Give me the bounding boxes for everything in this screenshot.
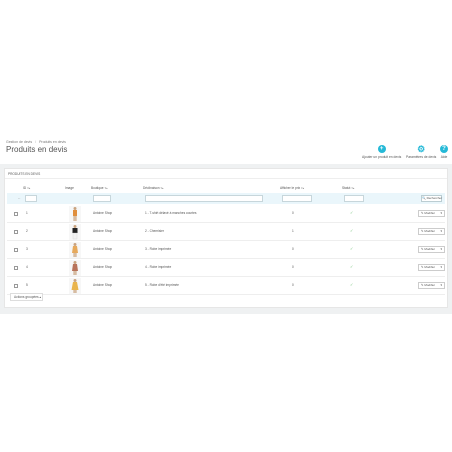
cell-shop: Antoine Shop: [93, 229, 113, 233]
product-image: [69, 242, 81, 258]
caret-down-icon[interactable]: ▾: [440, 211, 442, 216]
cell-shop: Antoine Shop: [93, 247, 113, 251]
sort-icon[interactable]: ▾▴: [160, 186, 163, 190]
check-icon[interactable]: ✓: [350, 246, 353, 251]
filter-price-select[interactable]: [282, 195, 312, 202]
check-icon[interactable]: ✓: [350, 282, 353, 287]
edit-button[interactable]: ✎ Modifier ▾: [418, 246, 445, 253]
row-checkbox[interactable]: [14, 230, 18, 234]
table-row[interactable]: 2 Antoine Shop 2 - Chemisier 1 ✓ ✎ Modif…: [7, 223, 445, 241]
cell-id: 4: [26, 265, 28, 269]
caret-down-icon[interactable]: ▾: [440, 247, 442, 252]
cell-product: 5 - Robe d'été imprimée: [145, 283, 179, 287]
filter-row: -- 🔍 Rechercher: [7, 193, 445, 204]
product-image: [69, 206, 81, 222]
cell-price: 0: [292, 211, 294, 215]
filter-id-input[interactable]: [25, 195, 37, 202]
filter-placeholder: --: [18, 196, 21, 200]
row-checkbox[interactable]: [14, 212, 18, 216]
sort-icon[interactable]: ▾▴: [27, 186, 30, 190]
column-header-show-price[interactable]: Afficher le prix▾▴: [280, 186, 304, 190]
products-panel: PRODUITS EN DEVIS ID▾▴ Image Boutique▾▴ …: [4, 168, 448, 308]
cell-product: 4 - Robe imprimée: [145, 265, 172, 269]
question-circle-icon: ?: [440, 145, 448, 153]
caret-down-icon[interactable]: ▾: [440, 283, 442, 288]
table-row[interactable]: 3 Antoine Shop 3 - Robe imprimée 0 ✓ ✎ M…: [7, 241, 445, 259]
check-icon[interactable]: ✓: [350, 264, 353, 269]
column-header-shop[interactable]: Boutique▾▴: [91, 186, 108, 190]
edit-button[interactable]: ✎ Modifier ▾: [418, 210, 445, 217]
cell-product: 1 - T-shirt délavé à manches courtes: [145, 211, 197, 215]
column-header-status[interactable]: Statut▾▴: [342, 186, 354, 190]
cell-shop: Antoine Shop: [93, 265, 113, 269]
product-image: [69, 260, 81, 276]
breadcrumb-separator: /: [35, 140, 37, 144]
cell-price: 1: [292, 229, 294, 233]
gears-icon: ⚙: [417, 144, 426, 154]
cell-product: 2 - Chemisier: [145, 229, 164, 233]
help-button[interactable]: ? Aide: [440, 145, 448, 159]
sort-icon[interactable]: ▾▴: [105, 186, 108, 190]
filter-shop-input[interactable]: [93, 195, 111, 202]
edit-button[interactable]: ✎ Modifier ▾: [418, 282, 445, 289]
product-image: [69, 278, 81, 294]
product-image: [69, 224, 81, 240]
help-label: Aide: [440, 155, 448, 159]
sort-icon[interactable]: ▾▴: [301, 186, 304, 190]
settings-label: Paramètres de devis: [406, 155, 437, 159]
cell-price: 0: [292, 265, 294, 269]
check-icon[interactable]: ✓: [350, 210, 353, 215]
table-row[interactable]: 5 Antoine Shop 5 - Robe d'été imprimée 0…: [7, 277, 445, 295]
edit-button[interactable]: ✎ Modifier ▾: [418, 228, 445, 235]
settings-button[interactable]: ⚙ Paramètres de devis: [406, 144, 437, 160]
panel-heading: PRODUITS EN DEVIS: [8, 172, 41, 176]
search-button[interactable]: 🔍 Rechercher: [421, 195, 442, 202]
row-checkbox[interactable]: [14, 284, 18, 288]
plus-circle-icon: +: [377, 145, 386, 153]
breadcrumb: Gestion de devis / Produits en devis: [6, 140, 66, 144]
row-checkbox[interactable]: [14, 248, 18, 252]
caret-down-icon[interactable]: ▾: [440, 229, 442, 234]
filter-product-input[interactable]: [145, 195, 263, 202]
cell-id: 5: [26, 283, 28, 287]
cell-product: 3 - Robe imprimée: [145, 247, 172, 251]
filter-status-select[interactable]: [344, 195, 364, 202]
cell-shop: Antoine Shop: [93, 283, 113, 287]
cell-id: 2: [26, 229, 28, 233]
breadcrumb-item[interactable]: Gestion de devis: [6, 140, 32, 144]
add-product-button[interactable]: + Ajouter un produit en devis: [362, 145, 401, 159]
bulk-actions-button[interactable]: Actions groupées ▴: [10, 293, 43, 301]
cell-shop: Antoine Shop: [93, 211, 113, 215]
edit-button[interactable]: ✎ Modifier ▾: [418, 264, 445, 271]
check-icon[interactable]: ✓: [350, 228, 353, 233]
table-row[interactable]: 1 Antoine Shop 1 - T-shirt délavé à manc…: [7, 205, 445, 223]
row-checkbox[interactable]: [14, 266, 18, 270]
caret-down-icon[interactable]: ▾: [440, 265, 442, 270]
column-header-product[interactable]: Déclinaison▾▴: [143, 186, 164, 190]
page-title: Produits en devis: [6, 145, 68, 154]
breadcrumb-item[interactable]: Produits en devis: [39, 140, 66, 144]
column-header-image: Image: [65, 186, 74, 190]
table-row[interactable]: 4 Antoine Shop 4 - Robe imprimée 0 ✓ ✎ M…: [7, 259, 445, 277]
sort-icon[interactable]: ▾▴: [351, 186, 354, 190]
add-product-label: Ajouter un produit en devis: [362, 155, 402, 159]
cell-id: 1: [26, 211, 28, 215]
cell-price: 0: [292, 283, 294, 287]
cell-price: 0: [292, 247, 294, 251]
column-header-id[interactable]: ID▾▴: [23, 186, 30, 190]
cell-id: 3: [26, 247, 28, 251]
divider: [5, 178, 447, 179]
